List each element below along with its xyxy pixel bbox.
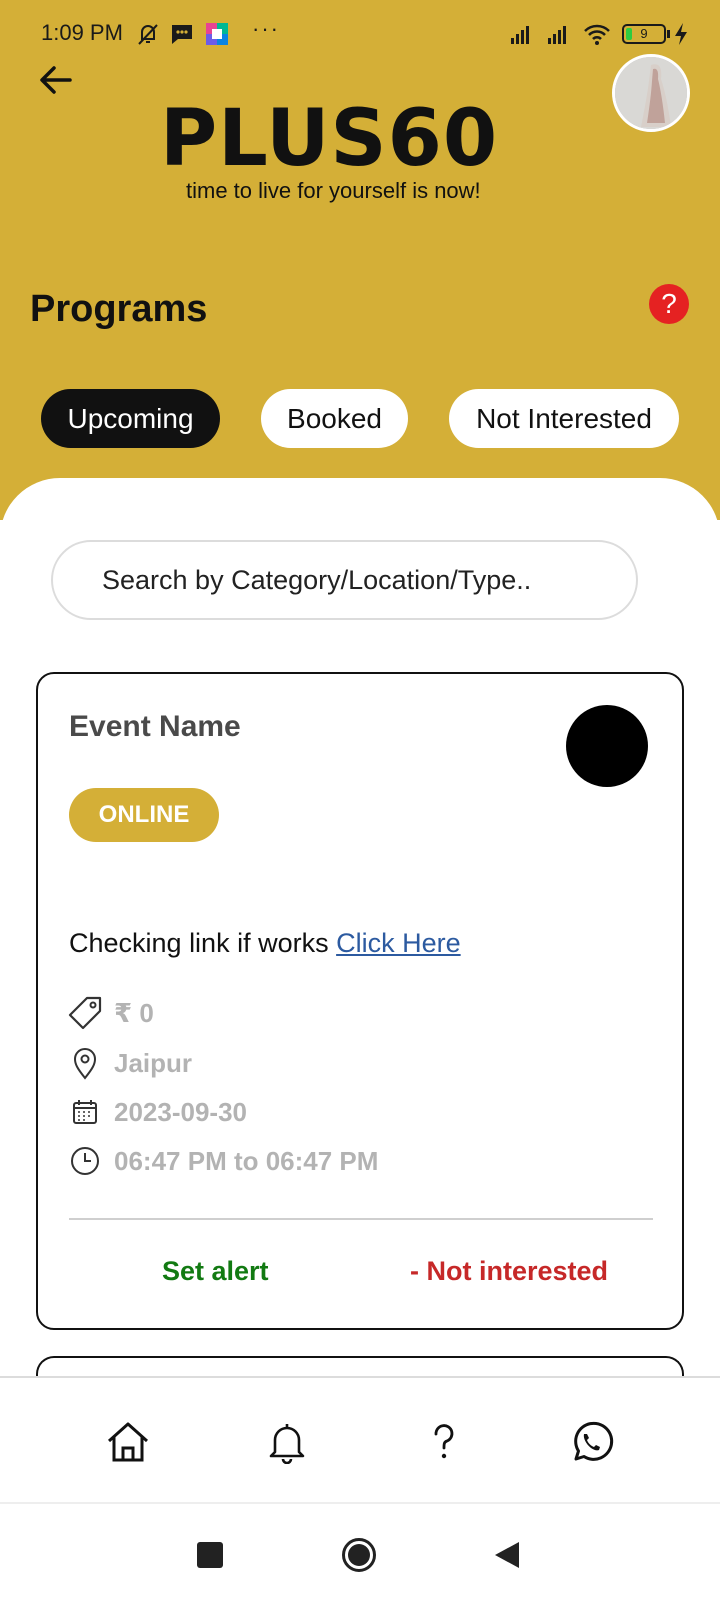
- wifi-icon: [584, 24, 610, 45]
- logo-text: PLUS60: [160, 94, 499, 184]
- calendar-icon: [66, 1093, 104, 1131]
- description-link[interactable]: Click Here: [336, 928, 461, 958]
- location-row: Jaipur: [66, 1044, 192, 1082]
- event-location: Jaipur: [114, 1047, 193, 1078]
- recent-apps-button[interactable]: [197, 1542, 223, 1568]
- triangle-back-icon: [495, 1542, 519, 1568]
- whatsapp-icon: [574, 1421, 614, 1461]
- event-price: ₹ 0: [114, 997, 154, 1028]
- back-button[interactable]: [32, 56, 80, 104]
- battery-level: 9: [640, 26, 648, 41]
- page-title: Programs: [30, 288, 208, 330]
- nav-help[interactable]: [418, 1416, 470, 1468]
- help-button[interactable]: ?: [649, 284, 689, 324]
- message-icon: [172, 25, 192, 44]
- question-icon: [434, 1424, 454, 1459]
- bell-icon: [269, 1424, 305, 1464]
- home-icon: [107, 1422, 149, 1462]
- nav-whatsapp[interactable]: [565, 1416, 617, 1468]
- status-bar: 1:09 PM ··· 9: [0, 0, 720, 70]
- set-alert-button[interactable]: Set alert: [162, 1256, 269, 1287]
- event-thumbnail: [566, 705, 648, 787]
- logo-tagline: time to live for yourself is now!: [186, 178, 481, 203]
- card-divider: [69, 1218, 653, 1220]
- date-row: 2023-09-30: [66, 1093, 247, 1131]
- tab-upcoming[interactable]: Upcoming: [41, 389, 220, 448]
- tab-booked[interactable]: Booked: [261, 389, 408, 448]
- bottom-nav: [0, 1376, 720, 1504]
- signal-icon-2: [548, 26, 566, 44]
- charging-icon: [675, 23, 687, 45]
- signal-icon: [511, 26, 529, 44]
- arrow-left-icon: [40, 66, 72, 94]
- mode-badge: ONLINE: [69, 788, 219, 842]
- price-tag-icon: [66, 994, 104, 1032]
- description-text: Checking link if works: [69, 928, 329, 958]
- avatar[interactable]: [612, 54, 690, 132]
- event-date: 2023-09-30: [114, 1096, 247, 1127]
- event-description: Checking link if works Click Here: [69, 928, 461, 959]
- clock-icon: [66, 1142, 104, 1180]
- battery-cap: [667, 30, 670, 38]
- app-notification-icon: [206, 23, 228, 45]
- system-nav-bar: [0, 1504, 720, 1600]
- battery-icon: 9: [622, 24, 666, 44]
- muted-bell-icon: [138, 24, 158, 45]
- event-card[interactable]: Event Name ONLINE Checking link if works…: [36, 672, 684, 1330]
- home-circle-icon: [342, 1538, 376, 1572]
- status-time: 1:09 PM: [41, 20, 123, 45]
- status-overflow: ···: [252, 16, 280, 41]
- tab-not-interested[interactable]: Not Interested: [449, 389, 679, 448]
- price-row: ₹ 0: [66, 994, 154, 1032]
- back-system-button[interactable]: [493, 1540, 521, 1570]
- not-interested-button[interactable]: - Not interested: [410, 1256, 608, 1287]
- search-input[interactable]: Search by Category/Location/Type..: [51, 540, 638, 620]
- logo: PLUS60 time to live for yourself is now!: [160, 98, 560, 208]
- event-time: 06:47 PM to 06:47 PM: [114, 1145, 379, 1176]
- time-row: 06:47 PM to 06:47 PM: [66, 1142, 378, 1180]
- nav-notifications[interactable]: [261, 1416, 313, 1468]
- nav-home[interactable]: [102, 1416, 154, 1468]
- location-pin-icon: [66, 1044, 104, 1082]
- event-name: Event Name: [69, 710, 241, 743]
- home-system-button[interactable]: [341, 1537, 377, 1573]
